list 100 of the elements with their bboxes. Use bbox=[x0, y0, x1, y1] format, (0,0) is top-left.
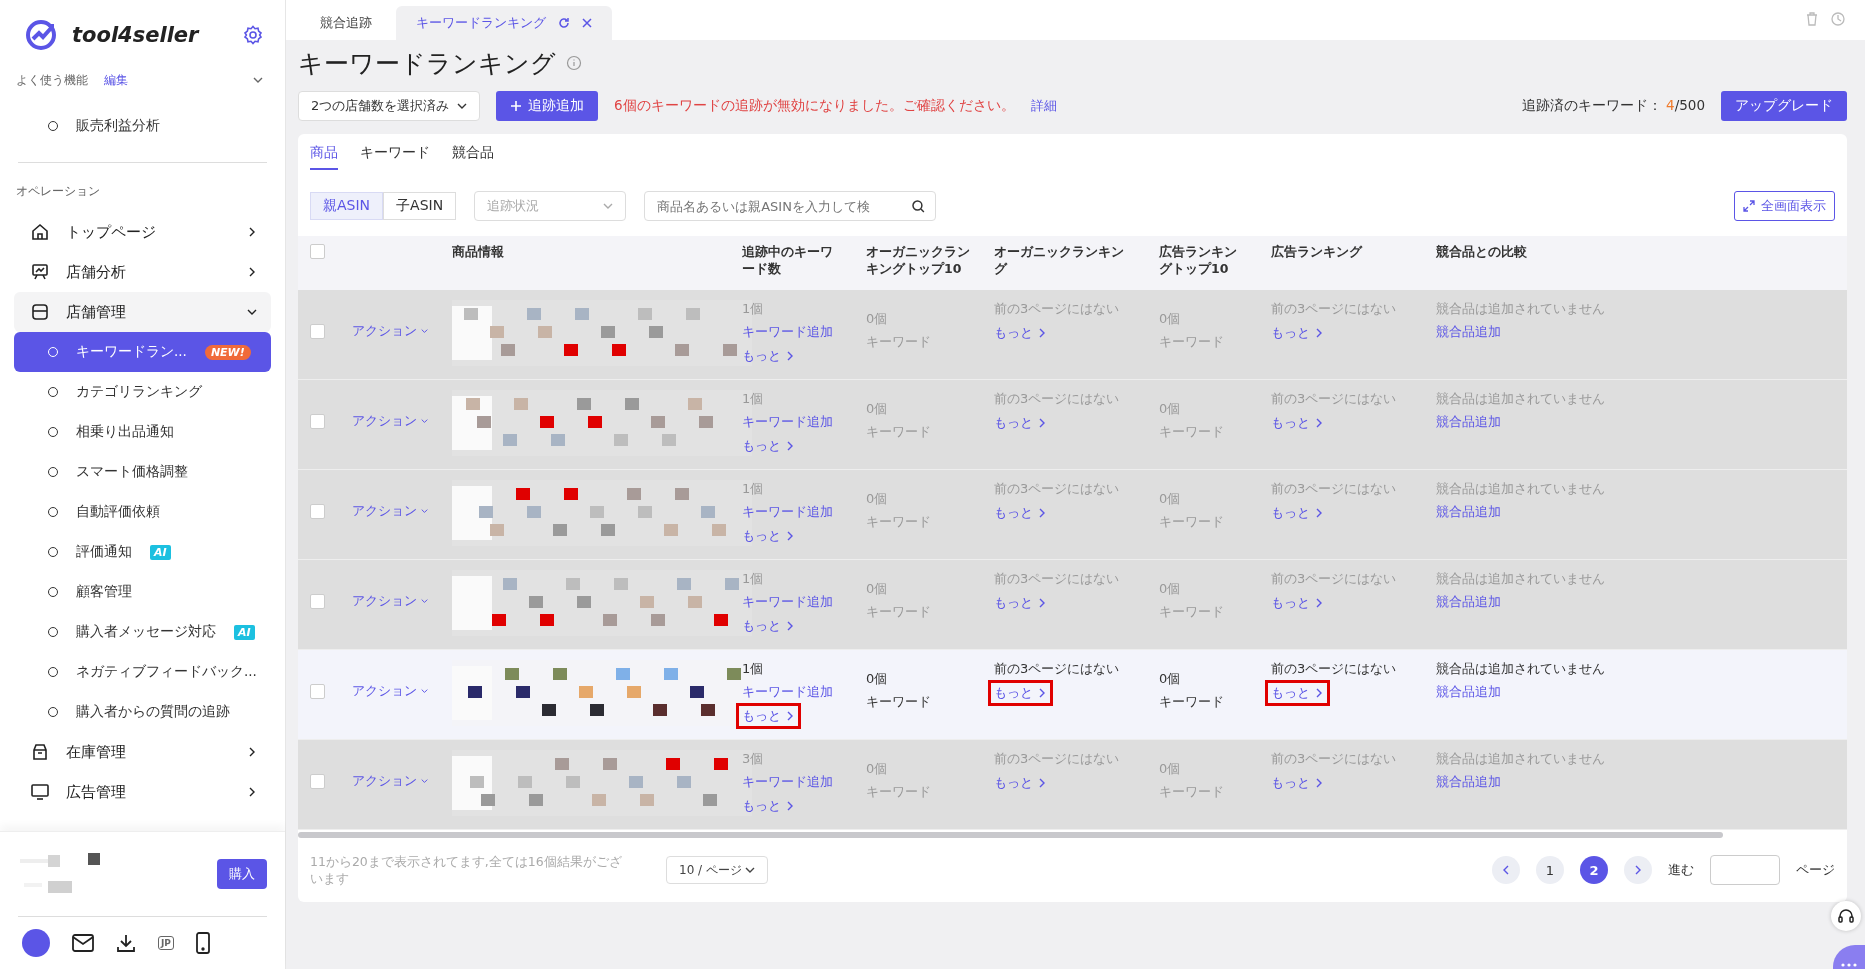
add-keyword-link[interactable]: キーワード追加 bbox=[742, 593, 842, 611]
action-dropdown[interactable]: アクション bbox=[352, 322, 428, 340]
sidebar-item[interactable]: カテゴリランキング bbox=[14, 372, 271, 412]
more-link[interactable]: もっと bbox=[1268, 773, 1327, 793]
more-link[interactable]: もっと bbox=[739, 346, 798, 366]
more-link[interactable]: もっと bbox=[739, 706, 798, 726]
sidebar-item[interactable]: 相乗り出品通知 bbox=[14, 412, 271, 452]
download-icon[interactable] bbox=[116, 933, 136, 953]
more-link[interactable]: もっと bbox=[991, 593, 1050, 613]
action-dropdown[interactable]: アクション bbox=[352, 772, 428, 790]
checkbox[interactable] bbox=[310, 414, 325, 429]
info-icon[interactable] bbox=[566, 55, 582, 71]
buy-button[interactable]: 購入 bbox=[217, 859, 267, 889]
chevron-right-icon bbox=[1314, 598, 1324, 608]
table-cell-text: キーワード bbox=[1159, 693, 1225, 711]
user-avatar-icon[interactable] bbox=[22, 929, 50, 957]
add-tracking-button[interactable]: 追跡追加 bbox=[496, 91, 598, 121]
add-competitor-link[interactable]: 競合品追加 bbox=[1436, 773, 1835, 791]
more-link[interactable]: もっと bbox=[991, 503, 1050, 523]
close-icon[interactable] bbox=[582, 18, 592, 28]
more-link[interactable]: もっと bbox=[1268, 503, 1327, 523]
add-keyword-link[interactable]: キーワード追加 bbox=[742, 413, 842, 431]
trash-icon[interactable] bbox=[1805, 12, 1819, 26]
tab[interactable]: 競合品 bbox=[452, 144, 494, 170]
more-link[interactable]: もっと bbox=[1268, 683, 1327, 703]
add-competitor-link[interactable]: 競合品追加 bbox=[1436, 593, 1835, 611]
tab[interactable]: 競合追跡 bbox=[300, 6, 392, 40]
tab[interactable]: キーワード bbox=[360, 144, 430, 170]
add-keyword-link[interactable]: キーワード追加 bbox=[742, 503, 842, 521]
more-link[interactable]: もっと bbox=[991, 683, 1050, 703]
table-cell-text: 0個 bbox=[1159, 580, 1182, 598]
favorite-item[interactable]: 販売利益分析 bbox=[14, 106, 271, 146]
column-header: 広告ランキング bbox=[1259, 236, 1424, 290]
headset-icon[interactable] bbox=[1831, 901, 1861, 931]
tab[interactable]: キーワードランキング bbox=[396, 6, 612, 40]
segment-button[interactable]: 子ASIN bbox=[383, 192, 457, 220]
sidebar-item[interactable]: 評価通知 AI bbox=[14, 532, 271, 572]
clock-icon[interactable] bbox=[1831, 12, 1845, 26]
page-size-select[interactable]: 10 / ページ bbox=[666, 856, 768, 884]
checkbox[interactable] bbox=[310, 244, 325, 259]
action-dropdown[interactable]: アクション bbox=[352, 592, 428, 610]
store-select[interactable]: 2つの店舗数を選択済み bbox=[298, 91, 480, 121]
more-link[interactable]: もっと bbox=[1268, 323, 1327, 343]
tab[interactable]: 商品 bbox=[310, 144, 338, 170]
sidebar-item[interactable]: 購入者からの質問の追跡 bbox=[14, 692, 271, 732]
more-link[interactable]: もっと bbox=[739, 526, 798, 546]
page-button[interactable]: 2 bbox=[1580, 856, 1608, 884]
search-field[interactable]: 商品名あるいは親ASINを入力して検 bbox=[644, 191, 937, 221]
more-link[interactable]: もっと bbox=[1268, 593, 1327, 613]
settings-icon[interactable] bbox=[243, 25, 263, 45]
sidebar-item[interactable]: 購入者メッセージ対応 AI bbox=[14, 612, 271, 652]
envelope-icon[interactable] bbox=[72, 934, 94, 952]
region-badge[interactable]: JP bbox=[158, 936, 174, 950]
more-link[interactable]: もっと bbox=[739, 616, 798, 636]
sidebar-item[interactable]: 自動評価依頼 bbox=[14, 492, 271, 532]
more-link[interactable]: もっと bbox=[991, 323, 1050, 343]
add-keyword-link[interactable]: キーワード追加 bbox=[742, 683, 842, 701]
more-link[interactable]: もっと bbox=[991, 413, 1050, 433]
sidebar-item[interactable]: キーワードラン... NEW! bbox=[14, 332, 271, 372]
add-keyword-link[interactable]: キーワード追加 bbox=[742, 773, 842, 791]
action-dropdown[interactable]: アクション bbox=[352, 502, 428, 520]
menu-item[interactable]: トップページ bbox=[14, 212, 271, 252]
more-icon[interactable] bbox=[1833, 945, 1865, 969]
segment-button[interactable]: 親ASIN bbox=[310, 192, 384, 220]
menu-item[interactable]: 在庫管理 bbox=[14, 732, 271, 772]
add-keyword-link[interactable]: キーワード追加 bbox=[742, 323, 842, 341]
action-dropdown[interactable]: アクション bbox=[352, 412, 428, 430]
add-competitor-link[interactable]: 競合品追加 bbox=[1436, 323, 1835, 341]
add-competitor-link[interactable]: 競合品追加 bbox=[1436, 503, 1835, 521]
add-competitor-link[interactable]: 競合品追加 bbox=[1436, 413, 1835, 431]
checkbox[interactable] bbox=[310, 504, 325, 519]
more-link[interactable]: もっと bbox=[739, 436, 798, 456]
previous-page-button[interactable] bbox=[1492, 856, 1520, 884]
scrollbar[interactable] bbox=[298, 832, 1724, 838]
logo-icon bbox=[24, 18, 58, 52]
sidebar-item[interactable]: 顧客管理 bbox=[14, 572, 271, 612]
checkbox[interactable] bbox=[310, 594, 325, 609]
sidebar-item[interactable]: スマート価格調整 bbox=[14, 452, 271, 492]
phone-icon[interactable] bbox=[195, 932, 210, 954]
menu-item[interactable]: 店舗管理 bbox=[14, 292, 271, 332]
checkbox[interactable] bbox=[310, 684, 325, 699]
upgrade-button[interactable]: アップグレード bbox=[1721, 91, 1847, 121]
more-link[interactable]: もっと bbox=[1268, 413, 1327, 433]
table-cell-text: 0個 bbox=[866, 580, 889, 598]
detail-link[interactable]: 詳細 bbox=[1030, 97, 1057, 115]
page-input[interactable] bbox=[1710, 855, 1780, 885]
more-link[interactable]: もっと bbox=[739, 796, 798, 816]
more-link[interactable]: もっと bbox=[991, 773, 1050, 793]
add-competitor-link[interactable]: 競合品追加 bbox=[1436, 683, 1835, 701]
next-page-button[interactable] bbox=[1624, 856, 1652, 884]
action-dropdown[interactable]: アクション bbox=[352, 682, 428, 700]
checkbox[interactable] bbox=[310, 324, 325, 339]
page-button[interactable]: 1 bbox=[1536, 856, 1564, 884]
sidebar-item[interactable]: ネガティブフィードバック... bbox=[14, 652, 271, 692]
menu-item[interactable]: 広告管理 bbox=[14, 772, 271, 812]
menu-item[interactable]: 店舗分析 bbox=[14, 252, 271, 292]
edit-link[interactable]: 編集 bbox=[104, 71, 128, 89]
fullscreen-button[interactable]: 全画面表示 bbox=[1734, 191, 1835, 221]
refresh-icon[interactable] bbox=[558, 17, 570, 29]
checkbox[interactable] bbox=[310, 774, 325, 789]
